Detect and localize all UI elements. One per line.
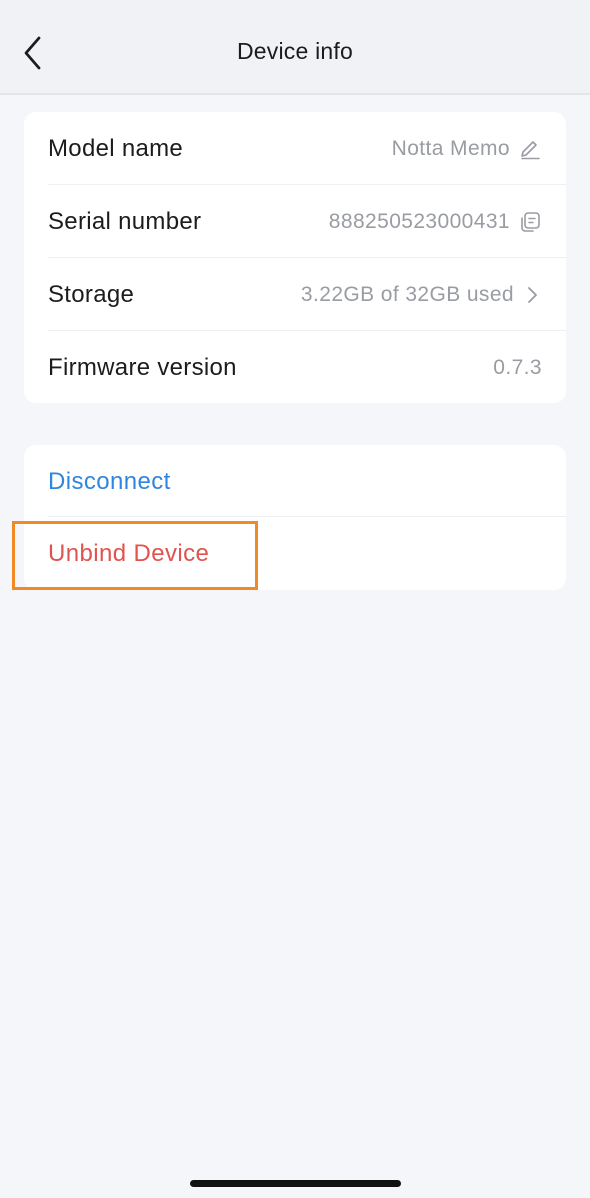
model-name-row[interactable]: Model name Notta Memo: [24, 112, 566, 185]
model-name-value: Notta Memo: [391, 136, 510, 160]
firmware-version-label: Firmware version: [48, 353, 237, 381]
nav-bar: Device info: [0, 0, 590, 95]
device-actions-card: Disconnect Unbind Device: [24, 445, 566, 590]
unbind-device-button[interactable]: Unbind Device: [48, 540, 209, 568]
device-info-card: Model name Notta Memo Serial number 8882…: [24, 112, 566, 403]
copy-icon[interactable]: [518, 210, 542, 234]
home-indicator: [190, 1180, 401, 1187]
firmware-version-value: 0.7.3: [493, 355, 542, 379]
storage-label: Storage: [48, 280, 135, 308]
storage-value: 3.22GB of 32GB used: [300, 282, 514, 306]
serial-number-label: Serial number: [48, 207, 202, 235]
pencil-icon[interactable]: [518, 137, 542, 161]
disconnect-button[interactable]: Disconnect: [48, 468, 171, 496]
chevron-right-icon: [528, 286, 537, 303]
firmware-version-row: Firmware version 0.7.3: [24, 331, 566, 403]
disconnect-row[interactable]: Disconnect: [24, 445, 566, 518]
storage-row[interactable]: Storage 3.22GB of 32GB used: [24, 258, 566, 331]
serial-number-row: Serial number 888250523000431: [24, 185, 566, 258]
page-title: Device info: [237, 38, 353, 64]
unbind-device-row[interactable]: Unbind Device: [24, 517, 566, 590]
serial-number-value: 888250523000431: [328, 209, 510, 233]
model-name-label: Model name: [48, 134, 184, 162]
